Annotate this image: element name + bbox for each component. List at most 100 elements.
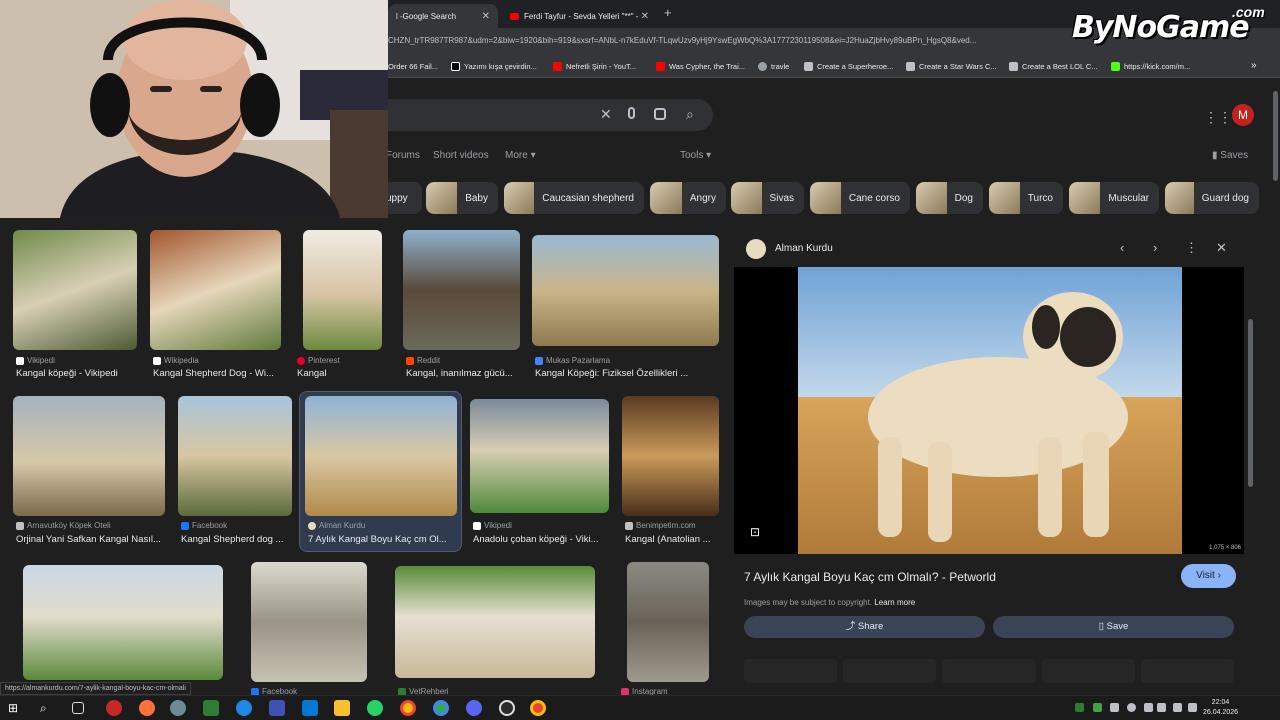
page-scrollbar[interactable] bbox=[1270, 79, 1280, 695]
chevron-left-icon[interactable]: ‹ bbox=[1120, 240, 1124, 255]
result-image[interactable] bbox=[13, 396, 165, 516]
scrollbar-thumb[interactable] bbox=[1273, 91, 1278, 181]
more-options-icon[interactable]: ⋮ bbox=[1185, 240, 1198, 256]
tools-button[interactable]: Tools ▾ bbox=[680, 150, 711, 161]
result-image[interactable] bbox=[178, 396, 292, 516]
clear-icon[interactable]: ✕ bbox=[600, 106, 612, 123]
result-image[interactable] bbox=[470, 399, 609, 513]
chip-muscular[interactable]: Muscular bbox=[1069, 182, 1159, 214]
tray-icon[interactable] bbox=[1144, 703, 1153, 712]
result-image[interactable] bbox=[395, 566, 595, 678]
result-image-selected[interactable] bbox=[305, 396, 457, 516]
bookmark-item[interactable]: Create a Superheroe... bbox=[804, 62, 893, 71]
new-tab-button[interactable]: + bbox=[664, 5, 672, 20]
chip-angry[interactable]: Angry bbox=[650, 182, 726, 214]
chrome-icon[interactable] bbox=[433, 700, 449, 716]
file-explorer-icon[interactable] bbox=[334, 700, 350, 716]
preview-scrollbar[interactable] bbox=[1248, 319, 1253, 487]
app-icon[interactable] bbox=[269, 700, 285, 716]
close-icon[interactable]: ✕ bbox=[641, 11, 649, 22]
result-caption[interactable]: Kangal bbox=[297, 368, 387, 379]
chevron-right-icon[interactable]: » bbox=[1251, 60, 1257, 71]
tab-short-videos[interactable]: Short videos bbox=[433, 150, 489, 161]
bookmark-item[interactable]: Was Cypher, the Trai... bbox=[656, 62, 745, 71]
chip-dog[interactable]: Dog bbox=[916, 182, 983, 214]
tab-forums[interactable]: Forums bbox=[386, 150, 420, 161]
result-caption[interactable]: Kangal, inanılmaz gücü... bbox=[406, 368, 520, 379]
close-icon[interactable]: ✕ bbox=[1216, 240, 1227, 256]
result-image[interactable] bbox=[23, 565, 223, 680]
bookmark-item[interactable]: Create a Star Wars C... bbox=[906, 62, 997, 71]
result-caption[interactable]: Kangal köpeği - Vikipedi bbox=[16, 368, 140, 379]
share-button[interactable]: ⤴ Share bbox=[744, 616, 985, 638]
app-icon[interactable] bbox=[170, 700, 186, 716]
tray-icon[interactable] bbox=[1075, 703, 1084, 712]
app-icon[interactable] bbox=[302, 700, 318, 716]
store-icon[interactable] bbox=[203, 700, 219, 716]
tab-google-search[interactable]: l - Google Search ✕ bbox=[388, 4, 498, 28]
result-caption[interactable]: Kangal (Anatolian ... bbox=[625, 534, 720, 545]
chip-cane-corso[interactable]: Cane corso bbox=[810, 182, 910, 214]
chrome-icon[interactable] bbox=[530, 700, 546, 716]
avatar[interactable]: M bbox=[1232, 104, 1254, 126]
result-image[interactable] bbox=[403, 230, 520, 350]
result-image[interactable] bbox=[532, 235, 719, 346]
chrome-icon[interactable] bbox=[400, 700, 416, 716]
whatsapp-icon[interactable] bbox=[367, 700, 383, 716]
discord-icon[interactable] bbox=[466, 700, 482, 716]
result-caption[interactable]: Kangal Shepherd Dog - Wi... bbox=[153, 368, 281, 379]
save-button[interactable]: ▯ Save bbox=[993, 616, 1234, 638]
result-image[interactable] bbox=[13, 230, 137, 350]
result-image[interactable] bbox=[622, 396, 719, 516]
bookmark-item[interactable]: Yazımı kışa çevirdin... bbox=[451, 62, 537, 71]
firefox-icon[interactable] bbox=[139, 700, 155, 716]
chip-sivas[interactable]: Sivas bbox=[731, 182, 804, 214]
saves-link[interactable]: ▮ Saves bbox=[1212, 150, 1248, 161]
chip-caucasian-shepherd[interactable]: Caucasian shepherd bbox=[504, 182, 644, 214]
tab-more[interactable]: More ▾ bbox=[505, 150, 536, 161]
bookmark-item[interactable]: travle bbox=[758, 62, 789, 71]
tray-icon[interactable] bbox=[1110, 703, 1119, 712]
bookmark-item[interactable]: Nefretli Şirin - YouT... bbox=[553, 62, 636, 71]
url-text[interactable]: CHZN_trTR987TR987&udm=2&biw=1920&bih=919… bbox=[388, 36, 1078, 45]
preview-title[interactable]: 7 Aylık Kangal Boyu Kaç cm Olmalı? - Pet… bbox=[744, 570, 996, 584]
chip-guard-dog[interactable]: Guard dog bbox=[1165, 182, 1259, 214]
tray-icon[interactable] bbox=[1093, 703, 1102, 712]
learn-more-link[interactable]: Learn more bbox=[874, 598, 915, 607]
search-icon[interactable]: ⌕ bbox=[40, 700, 56, 716]
result-caption[interactable]: 7 Aylık Kangal Boyu Kaç cm Ol... bbox=[308, 534, 456, 545]
steam-icon[interactable] bbox=[499, 700, 515, 716]
search-icon[interactable]: ⌕ bbox=[686, 106, 694, 123]
result-image[interactable] bbox=[627, 562, 709, 682]
chip-turco[interactable]: Turco bbox=[989, 182, 1063, 214]
result-caption[interactable]: Kangal Shepherd dog ... bbox=[181, 534, 291, 545]
result-caption[interactable]: Anadolu çoban köpeği - Viki... bbox=[473, 534, 608, 545]
preview-site-name[interactable]: Alman Kurdu bbox=[775, 243, 833, 254]
system-clock[interactable]: 22:04 26.04.2026 bbox=[1203, 698, 1238, 718]
result-image[interactable] bbox=[303, 230, 382, 350]
visit-button[interactable]: Visit › bbox=[1181, 564, 1236, 588]
result-caption[interactable]: Orjinal Yani Safkan Kangal Nasıl... bbox=[16, 534, 161, 545]
tray-icon[interactable] bbox=[1127, 703, 1136, 712]
battery-icon[interactable] bbox=[1188, 703, 1197, 712]
microphone-icon[interactable] bbox=[628, 107, 635, 119]
chevron-right-icon[interactable]: › bbox=[1153, 240, 1157, 255]
close-icon[interactable]: ✕ bbox=[482, 11, 490, 22]
volume-icon[interactable] bbox=[1173, 703, 1182, 712]
result-caption[interactable]: Kangal Köpeği: Fiziksel Özellikleri ... bbox=[535, 368, 719, 379]
task-view-icon[interactable] bbox=[72, 702, 84, 714]
preview-image[interactable] bbox=[798, 267, 1182, 554]
bookmark-item[interactable]: https://kick.com/m... bbox=[1111, 62, 1190, 71]
result-image[interactable] bbox=[150, 230, 281, 350]
bookmark-item[interactable]: Order 66 Fail... bbox=[388, 62, 438, 71]
search-input[interactable]: ✕ ⌕ bbox=[372, 99, 713, 131]
lens-icon[interactable]: ⊡ bbox=[750, 525, 760, 539]
result-image[interactable] bbox=[251, 562, 367, 682]
chip-baby[interactable]: Baby bbox=[426, 182, 498, 214]
opera-gx-icon[interactable] bbox=[106, 700, 122, 716]
chip-puppy[interactable]: uppy bbox=[386, 182, 422, 214]
lens-icon[interactable] bbox=[654, 108, 666, 120]
tab-youtube[interactable]: Ferdi Tayfur - Sevda Yelleri "**" - ✕ bbox=[502, 4, 657, 28]
edge-icon[interactable] bbox=[236, 700, 252, 716]
windows-start-icon[interactable]: ⊞ bbox=[8, 700, 24, 716]
